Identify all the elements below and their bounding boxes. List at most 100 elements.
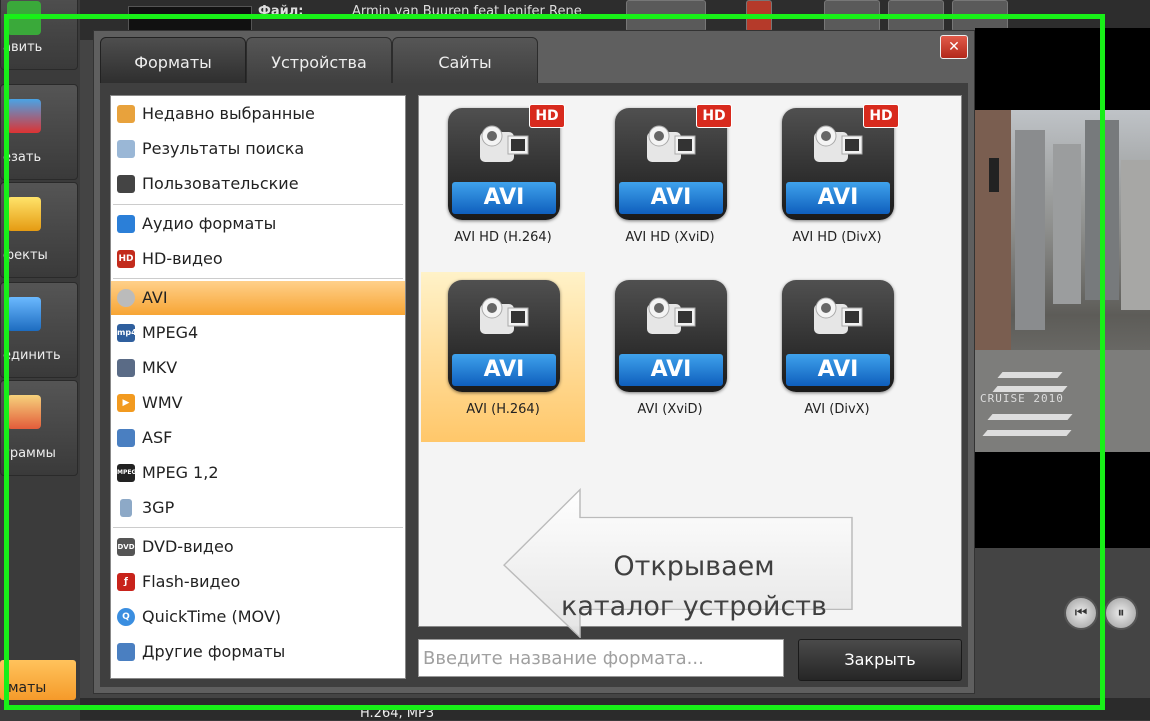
toolbar-cut-label: езать bbox=[3, 150, 42, 165]
list-item-hd-video[interactable]: HD HD-видео bbox=[111, 242, 405, 276]
list-item-mkv[interactable]: MKV bbox=[111, 351, 405, 385]
hd-badge: HD bbox=[863, 104, 899, 128]
camera-glyph bbox=[647, 125, 696, 162]
phone-icon bbox=[120, 499, 132, 517]
list-item-mpeg12[interactable]: MPEG MPEG 1,2 bbox=[111, 456, 405, 490]
list-item-label: MKV bbox=[142, 358, 178, 377]
video-icon bbox=[117, 429, 135, 447]
list-item-dvd[interactable]: DVD DVD-видео bbox=[111, 530, 405, 564]
building bbox=[1085, 120, 1119, 300]
building bbox=[1121, 160, 1150, 310]
hd-badge: HD bbox=[696, 104, 732, 128]
avi-label: AVI bbox=[786, 182, 890, 214]
play-icon: ▶ bbox=[117, 394, 135, 412]
format-tile-avi-hd-h264[interactable]: AVI HD AVI HD (H.264) bbox=[421, 100, 585, 270]
callout-line-2: каталог устройств bbox=[561, 591, 827, 622]
list-item-avi[interactable]: AVI bbox=[111, 281, 405, 315]
list-item-label: QuickTime (MOV) bbox=[142, 607, 282, 626]
scissors-icon bbox=[7, 99, 41, 133]
pause-icon[interactable]: ⏸ bbox=[1104, 596, 1138, 630]
list-item-label: Пользовательские bbox=[142, 174, 299, 193]
camera-glyph bbox=[814, 125, 863, 162]
quicktime-icon: Q bbox=[117, 608, 135, 626]
list-item-audio[interactable]: Аудио форматы bbox=[111, 207, 405, 241]
divider bbox=[113, 204, 403, 205]
format-tile-avi-xvid[interactable]: AVI AVI (XviD) bbox=[588, 272, 752, 442]
camera-glyph bbox=[480, 297, 529, 334]
avi-label: AVI bbox=[619, 182, 723, 214]
toolbar-formats-tab[interactable]: маты bbox=[0, 660, 76, 700]
toolbar-slideshow-button[interactable]: граммы bbox=[0, 380, 78, 476]
mp4-icon: mp4 bbox=[117, 324, 137, 342]
list-item-label: MPEG 1,2 bbox=[142, 463, 219, 482]
format-search-input[interactable] bbox=[421, 644, 781, 672]
toolbar-formats-label: маты bbox=[8, 680, 47, 696]
close-button[interactable]: Закрыть bbox=[798, 639, 962, 681]
mkv-icon bbox=[117, 359, 135, 377]
tab-devices[interactable]: Устройства bbox=[246, 37, 392, 85]
callout-text: Открываем каталог устройств bbox=[544, 547, 844, 627]
toolbar-effects-button[interactable]: фекты bbox=[0, 182, 78, 278]
left-toolbar: авить езать фекты единить граммы маты bbox=[0, 0, 80, 720]
list-item-mpeg4[interactable]: mp4 MPEG4 bbox=[111, 316, 405, 350]
top-tool-button-1[interactable] bbox=[824, 0, 880, 32]
format-search-field[interactable] bbox=[418, 639, 784, 677]
format-tile-avi-divx[interactable]: AVI AVI (DivX) bbox=[755, 272, 919, 442]
list-item-label: Результаты поиска bbox=[142, 139, 305, 158]
category-list: Недавно выбранные Результаты поиска Поль… bbox=[110, 95, 406, 679]
top-close-icon[interactable] bbox=[746, 0, 772, 32]
format-tile-avi-h264[interactable]: AVI AVI (H.264) bbox=[421, 272, 585, 442]
building bbox=[1053, 144, 1081, 304]
list-item-flash[interactable]: ƒ Flash-видео bbox=[111, 565, 405, 599]
music-note-icon bbox=[117, 215, 135, 233]
format-name: AVI (DivX) bbox=[804, 402, 870, 417]
join-icon bbox=[7, 297, 41, 331]
format-tile-avi-hd-xvid[interactable]: AVI HD AVI HD (XviD) bbox=[588, 100, 752, 270]
toolbar-add-button[interactable]: авить bbox=[0, 0, 78, 70]
film-reel-icon bbox=[117, 289, 135, 307]
close-icon[interactable]: ✕ bbox=[940, 35, 968, 59]
list-item-asf[interactable]: ASF bbox=[111, 421, 405, 455]
mpeg-icon: MPEG bbox=[117, 464, 136, 482]
top-button[interactable] bbox=[626, 0, 706, 32]
bottom-bar: H.264, MP3 bbox=[80, 698, 1150, 721]
list-item-label: AVI bbox=[142, 288, 168, 307]
tab-formats[interactable]: Форматы bbox=[100, 37, 246, 85]
list-item-search-results[interactable]: Результаты поиска bbox=[111, 132, 405, 166]
toolbar-join-button[interactable]: единить bbox=[0, 282, 78, 378]
list-item-label: DVD-видео bbox=[142, 537, 234, 556]
format-tile-avi-hd-divx[interactable]: AVI HD AVI HD (DivX) bbox=[755, 100, 919, 270]
bottom-codec-label: H.264, MP3 bbox=[360, 706, 435, 721]
toolbar-cut-button[interactable]: езать bbox=[0, 84, 78, 180]
list-item-label: Flash-видео bbox=[142, 572, 241, 591]
list-item-label: MPEG4 bbox=[142, 323, 199, 342]
list-item-label: Аудио форматы bbox=[142, 214, 277, 233]
camera-glyph bbox=[814, 297, 863, 334]
list-item-other[interactable]: Другие форматы bbox=[111, 635, 405, 669]
toolbar-slideshow-label: граммы bbox=[3, 446, 56, 461]
list-item-3gp[interactable]: 3GP bbox=[111, 491, 405, 525]
list-item-quicktime[interactable]: Q QuickTime (MOV) bbox=[111, 600, 405, 634]
list-item-label: 3GP bbox=[142, 498, 175, 517]
list-item-recent[interactable]: Недавно выбранные bbox=[111, 97, 405, 131]
avi-label: AVI bbox=[786, 354, 890, 386]
rewind-icon[interactable]: ⏮ bbox=[1064, 596, 1098, 630]
flash-icon: ƒ bbox=[117, 573, 135, 591]
toolbar-add-label: авить bbox=[3, 40, 43, 55]
camera-glyph bbox=[480, 125, 529, 162]
camcorder-icon: AVI bbox=[782, 280, 894, 392]
magic-wand-icon bbox=[7, 197, 41, 231]
format-name: AVI HD (DivX) bbox=[792, 230, 882, 245]
format-name: AVI HD (H.264) bbox=[454, 230, 552, 245]
list-item-custom[interactable]: Пользовательские bbox=[111, 167, 405, 201]
list-item-label: HD-видео bbox=[142, 249, 223, 268]
hd-badge: HD bbox=[529, 104, 565, 128]
hd-icon: HD bbox=[117, 250, 135, 268]
tab-sites[interactable]: Сайты bbox=[392, 37, 538, 85]
avi-label: AVI bbox=[452, 182, 556, 214]
top-tool-button-2[interactable] bbox=[888, 0, 944, 32]
list-item-wmv[interactable]: ▶ WMV bbox=[111, 386, 405, 420]
list-item-label: Недавно выбранные bbox=[142, 104, 315, 123]
toolbar-join-label: единить bbox=[3, 348, 61, 363]
list-item-label: WMV bbox=[142, 393, 183, 412]
